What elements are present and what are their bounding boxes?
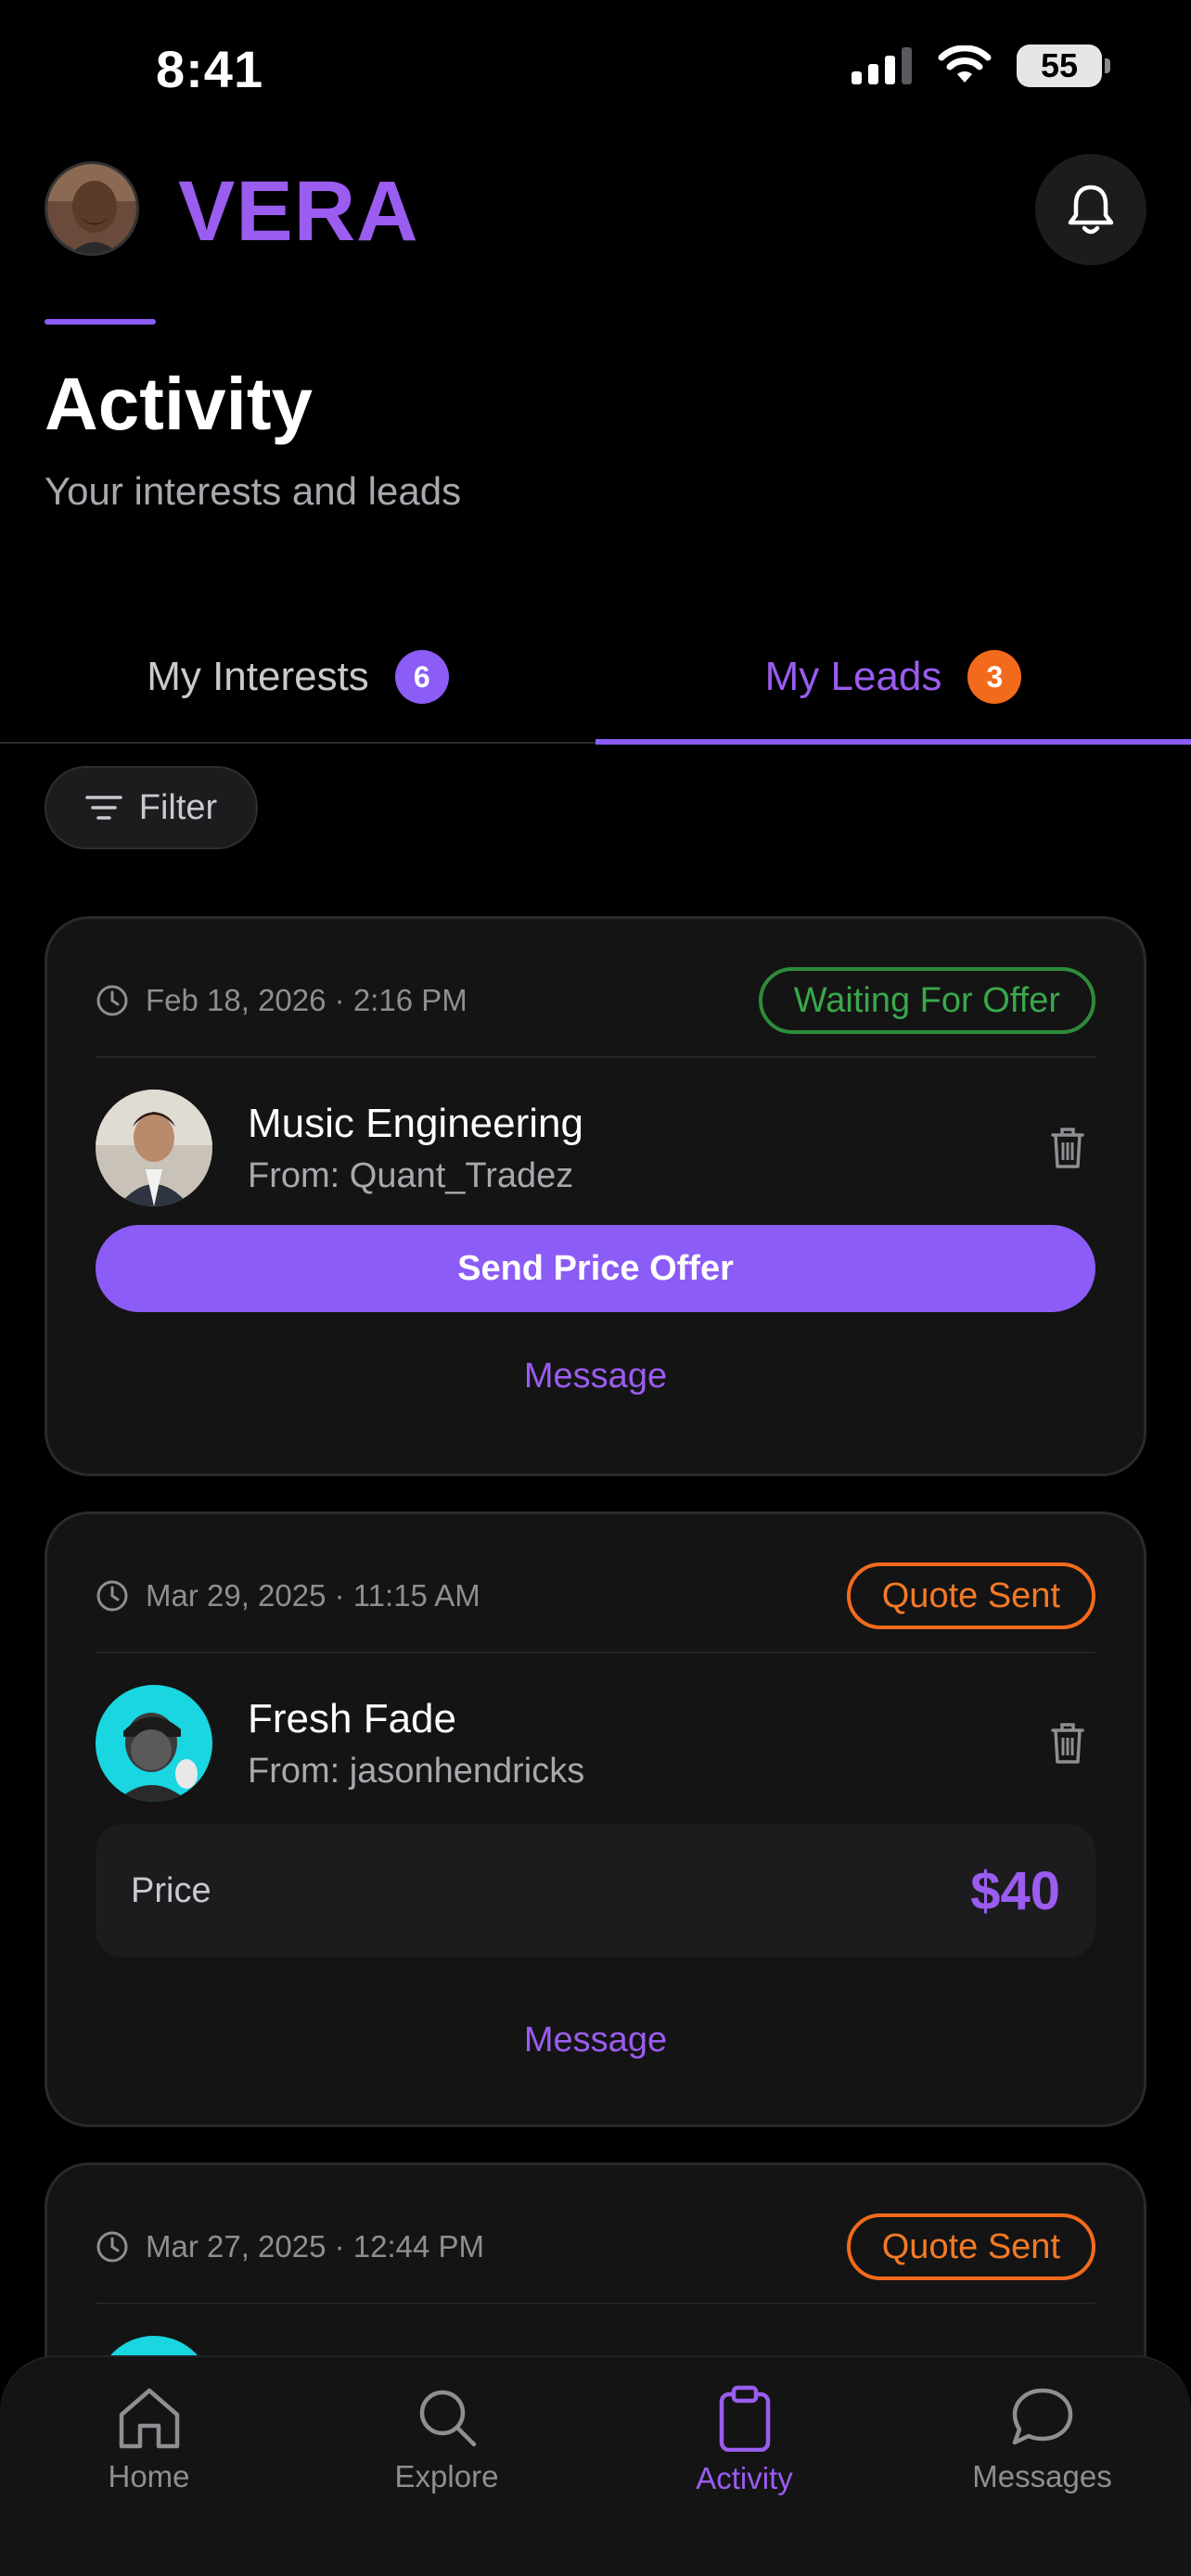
page-title: Activity bbox=[45, 363, 313, 445]
tab-my-leads[interactable]: My Leads 3 bbox=[596, 612, 1191, 745]
tab-bar: My Interests 6 My Leads 3 bbox=[0, 612, 1191, 745]
clock-icon bbox=[96, 985, 128, 1016]
lead-from: From: Quant_Tradez bbox=[248, 1155, 574, 1195]
filter-icon bbox=[85, 796, 122, 820]
page-subtitle: Your interests and leads bbox=[45, 469, 462, 513]
count-badge: 6 bbox=[394, 650, 449, 704]
avatar[interactable] bbox=[96, 1090, 212, 1206]
avatar[interactable] bbox=[96, 1685, 212, 1802]
lead-title: Fresh Fade bbox=[248, 1695, 456, 1741]
notifications-button[interactable] bbox=[1035, 154, 1146, 265]
message-button[interactable]: Message bbox=[47, 1357, 1144, 1396]
divider bbox=[96, 1651, 1095, 1653]
clock-icon bbox=[96, 1580, 128, 1612]
price-box: Price $40 bbox=[96, 1824, 1095, 1958]
lead-title: Music Engineering bbox=[248, 1100, 583, 1146]
divider bbox=[96, 2302, 1095, 2304]
clipboard-icon bbox=[719, 2385, 770, 2452]
tab-label: My Interests bbox=[147, 654, 369, 699]
lead-card: Feb 18, 2026 · 2:16 PM Waiting For Offer… bbox=[45, 916, 1146, 1476]
clock-icon bbox=[96, 2231, 128, 2263]
bell-icon bbox=[1068, 185, 1114, 235]
user-avatar[interactable] bbox=[45, 161, 139, 256]
send-price-offer-button[interactable]: Send Price Offer bbox=[96, 1225, 1095, 1312]
battery-level: 55 bbox=[1040, 46, 1079, 84]
lead-date: Mar 29, 2025 · 11:15 AM bbox=[96, 1578, 480, 1613]
nav-item-home[interactable]: Home bbox=[0, 2357, 298, 2576]
divider bbox=[96, 1056, 1095, 1058]
lead-date-text: Mar 29, 2025 · 11:15 AM bbox=[146, 1578, 480, 1613]
lead-date: Feb 18, 2026 · 2:16 PM bbox=[96, 983, 467, 1018]
wifi-icon bbox=[938, 45, 992, 83]
status-bar: 8:41 55 bbox=[0, 0, 1191, 139]
count-badge: 3 bbox=[967, 650, 1022, 704]
tab-my-interests[interactable]: My Interests 6 bbox=[0, 612, 596, 742]
filter-label: Filter bbox=[138, 787, 218, 827]
trash-icon bbox=[1051, 1128, 1084, 1168]
delete-button[interactable] bbox=[1040, 1120, 1095, 1176]
tab-label: My Leads bbox=[764, 654, 942, 699]
status-badge: Waiting For Offer bbox=[758, 967, 1095, 1034]
message-button[interactable]: Message bbox=[47, 2021, 1144, 2060]
title-accent-line bbox=[45, 319, 156, 325]
home-icon bbox=[119, 2388, 179, 2449]
search-icon bbox=[419, 2390, 476, 2447]
status-time: 8:41 bbox=[156, 40, 264, 98]
battery-indicator: 55 bbox=[1017, 45, 1110, 87]
brand-logo-text: VERA bbox=[178, 164, 419, 259]
filter-button[interactable]: Filter bbox=[45, 766, 258, 849]
lead-date-text: Mar 27, 2025 · 12:44 PM bbox=[146, 2229, 485, 2264]
nav-item-activity[interactable]: Activity bbox=[596, 2357, 893, 2576]
lead-card: Mar 29, 2025 · 11:15 AM Quote Sent Fresh… bbox=[45, 1511, 1146, 2127]
nav-item-messages[interactable]: Messages bbox=[893, 2357, 1191, 2576]
nav-label: Explore bbox=[394, 2459, 499, 2493]
cellular-signal-icon bbox=[852, 47, 912, 84]
nav-label: Messages bbox=[972, 2459, 1112, 2493]
status-badge: Quote Sent bbox=[846, 2213, 1095, 2280]
lead-date-text: Feb 18, 2026 · 2:16 PM bbox=[146, 983, 467, 1017]
bottom-nav: Home Explore Activity Messages bbox=[0, 2355, 1191, 2576]
lead-date: Mar 27, 2025 · 12:44 PM bbox=[96, 2229, 484, 2264]
nav-item-explore[interactable]: Explore bbox=[298, 2357, 596, 2576]
lead-from: From: jasonhendricks bbox=[248, 1751, 585, 1791]
price-value: $40 bbox=[970, 1860, 1060, 1921]
price-label: Price bbox=[131, 1870, 211, 1910]
status-icons: 55 bbox=[852, 45, 1110, 87]
trash-icon bbox=[1051, 1723, 1084, 1764]
nav-label: Activity bbox=[696, 2461, 793, 2495]
chat-bubble-icon bbox=[1012, 2388, 1072, 2445]
nav-label: Home bbox=[108, 2459, 190, 2493]
status-badge: Quote Sent bbox=[846, 1562, 1095, 1629]
delete-button[interactable] bbox=[1040, 1715, 1095, 1771]
